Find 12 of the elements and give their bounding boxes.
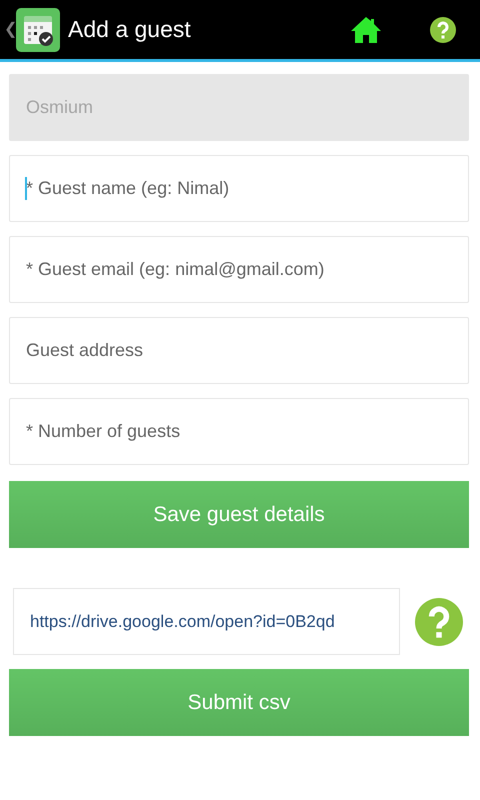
submit-button[interactable]: Submit csv <box>9 669 469 736</box>
help-icon[interactable] <box>430 16 456 42</box>
text-field[interactable]: * Guest email (eg: nimal@gmail.com) <box>9 236 469 303</box>
calendar-icon[interactable] <box>16 8 60 52</box>
text-field[interactable]: * Guest name (eg: Nimal) <box>9 155 469 222</box>
screen-title: Add a guest <box>68 15 192 44</box>
text-field[interactable]: Guest address <box>9 317 469 384</box>
home-icon[interactable] <box>350 16 382 44</box>
save-button[interactable]: Save guest details <box>9 481 469 548</box>
csv-url-field[interactable]: https://drive.google.com/open?id=0B2qd <box>13 588 400 655</box>
text-field[interactable]: * Number of guests <box>9 398 469 465</box>
back-chevron[interactable]: ❮ <box>4 18 16 42</box>
